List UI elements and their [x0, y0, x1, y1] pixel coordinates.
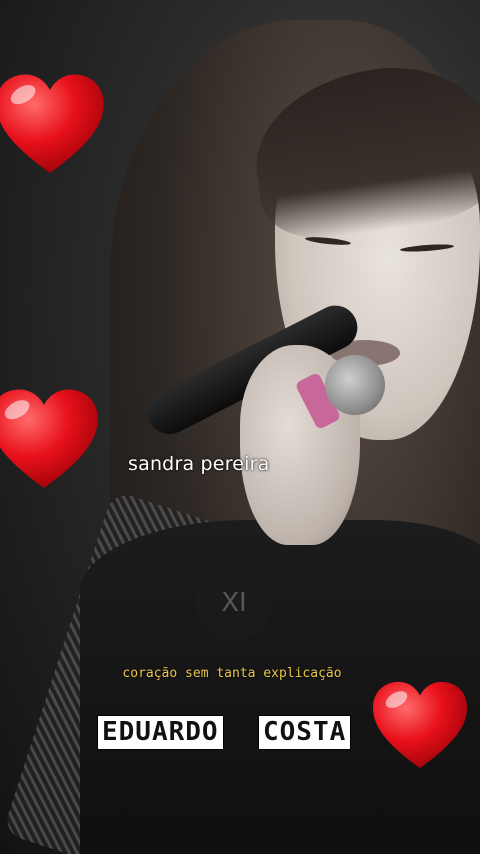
lyrics-caption: coração sem tanta explicação	[122, 666, 342, 681]
video-frame[interactable]: sandra pereira XI coração sem tanta expl…	[0, 0, 480, 854]
username-overlay: sandra pereira	[128, 453, 270, 475]
watermark-logo: XI	[196, 565, 272, 641]
artist-first-name: EDUARDO	[98, 716, 223, 749]
heart-icon	[372, 681, 468, 769]
heart-icon	[0, 389, 98, 489]
heart-icon	[0, 74, 104, 174]
artist-last-name: COSTA	[259, 716, 351, 749]
microphone-head	[325, 355, 385, 415]
